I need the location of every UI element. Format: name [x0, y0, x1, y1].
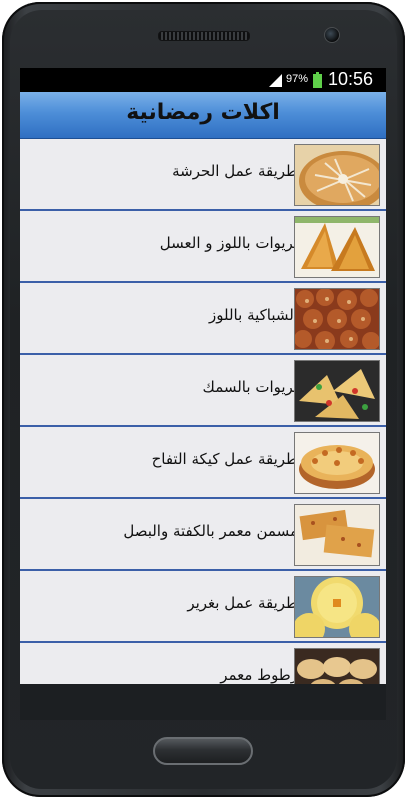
list-item[interactable]: طريقة عمل الحرشة — [20, 139, 386, 211]
list-item[interactable]: طريقة عمل كيكة التفاح — [20, 427, 386, 499]
list-item-label: طريقة عمل كيكة التفاح — [151, 450, 298, 468]
apple-cake-image — [294, 432, 380, 494]
list-item-label: مسمن معمر بالكفتة والبصل — [123, 522, 298, 540]
list-item[interactable]: طريقة عمل بغرير — [20, 571, 386, 643]
front-camera-icon — [324, 27, 340, 43]
list-item[interactable]: بريوات باللوز و العسل — [20, 211, 386, 283]
list-item[interactable]: الشباكية باللوز — [20, 283, 386, 355]
briouat-fish-image — [294, 360, 380, 422]
battery-percent: 97% — [286, 73, 309, 85]
list-item-label: الشباكية باللوز — [209, 306, 298, 324]
stuffed-bread-image — [294, 648, 380, 684]
list-item-label: رطوط معمر — [220, 666, 298, 684]
list-item[interactable]: مسمن معمر بالكفتة والبصل — [20, 499, 386, 571]
list-item-label: بريوات بالسمك — [202, 378, 298, 396]
action-bar: اكلات رمضانية — [20, 92, 386, 139]
home-button[interactable] — [153, 737, 253, 765]
navigation-bar — [20, 684, 386, 720]
list-item-label: طريقة عمل الحرشة — [172, 162, 298, 180]
earpiece-speaker — [158, 31, 250, 41]
battery-icon — [313, 72, 322, 88]
list-item-label: طريقة عمل بغرير — [187, 594, 298, 612]
page-title: اكلات رمضانية — [126, 100, 280, 125]
recipe-list[interactable]: طريقة عمل الحرشة بريوات باللوز و العسل ا… — [20, 139, 386, 684]
list-item-label: بريوات باللوز و العسل — [159, 234, 298, 252]
signal-icon — [269, 74, 282, 87]
baghrir-image — [294, 576, 380, 638]
harcha-image — [294, 144, 380, 206]
device-screen: 97% 10:56 اكلات رمضانية طريقة عمل الحرشة… — [20, 68, 386, 684]
msemen-kefta-onion-image — [294, 504, 380, 566]
status-time: 10:56 — [328, 69, 374, 89]
briouat-almond-honey-image — [294, 216, 380, 278]
chebakia-almond-image — [294, 288, 380, 350]
list-item[interactable]: بريوات بالسمك — [20, 355, 386, 427]
list-item[interactable]: رطوط معمر — [20, 643, 386, 684]
status-bar: 97% 10:56 — [20, 68, 386, 92]
